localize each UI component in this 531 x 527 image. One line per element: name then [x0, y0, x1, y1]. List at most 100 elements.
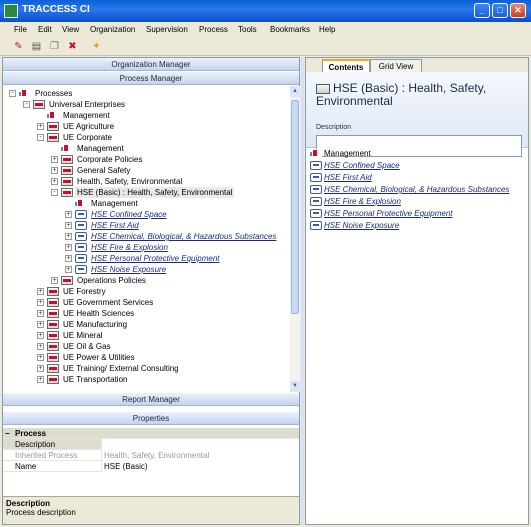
property-row[interactable]: Name HSE (Basic)	[3, 461, 299, 472]
title-bar: TRACCESS CI _ □ ✕	[0, 0, 531, 22]
maximize-button[interactable]: □	[492, 3, 508, 18]
tree-node-label: UE Corporate	[63, 133, 112, 142]
tree-node-link[interactable]: HSE Chemical, Biological, & Hazardous Su…	[91, 231, 276, 242]
process-icon	[61, 177, 73, 186]
property-key: Description	[15, 440, 56, 449]
expand-icon[interactable]: +	[37, 123, 44, 130]
tree-node-link[interactable]: HSE Confined Space	[91, 209, 167, 220]
menu-bar: File Edit View Organization Supervision …	[0, 22, 531, 38]
expand-icon[interactable]: +	[37, 343, 44, 350]
list-item-link[interactable]: HSE First Aid	[324, 172, 372, 184]
process-icon	[47, 375, 59, 384]
content-title: HSE (Basic) : Health, Safety, Environmen…	[316, 81, 487, 108]
expand-icon[interactable]: +	[37, 288, 44, 295]
tab-contents[interactable]: Contents	[322, 59, 370, 72]
subprocess-icon	[310, 197, 322, 206]
collapse-icon[interactable]: −	[5, 428, 10, 439]
menu-file[interactable]: File	[14, 25, 27, 34]
collapse-icon[interactable]: -	[23, 101, 30, 108]
menu-tools[interactable]: Tools	[238, 25, 257, 34]
property-value[interactable]: HSE (Basic)	[101, 461, 299, 472]
tree-node-label: UE Health Sciences	[63, 309, 135, 318]
list-item-link[interactable]: HSE Confined Space	[324, 160, 400, 172]
expand-icon[interactable]: +	[37, 310, 44, 317]
expand-icon[interactable]: +	[37, 299, 44, 306]
list-item-link[interactable]: HSE Noise Exposure	[324, 220, 399, 232]
scroll-up-icon[interactable]: ▲	[290, 86, 300, 97]
expand-icon[interactable]: +	[65, 233, 72, 240]
minimize-button[interactable]: _	[474, 3, 490, 18]
scrollbar-thumb[interactable]	[291, 100, 299, 314]
process-icon	[47, 298, 59, 307]
expand-icon[interactable]: +	[65, 255, 72, 262]
tree-node-link[interactable]: HSE Fire & Explosion	[91, 242, 168, 253]
tree-node-label: UE Transportation	[63, 375, 128, 384]
expand-icon[interactable]: +	[37, 354, 44, 361]
menu-view[interactable]: View	[62, 25, 79, 34]
property-category-label: Process	[15, 429, 47, 438]
menu-process[interactable]: Process	[199, 25, 228, 34]
collapse-icon[interactable]: -	[37, 134, 44, 141]
tree-node-label: HSE (Basic) : Health, Safety, Environmen…	[75, 187, 235, 198]
tree-node-link[interactable]: HSE First Aid	[91, 220, 139, 231]
edit-icon[interactable]: ✦	[90, 40, 103, 53]
tree-node-label: UE Manufacturing	[63, 320, 128, 329]
new-process-icon[interactable]: ✎	[12, 40, 25, 53]
close-button[interactable]: ✕	[510, 3, 526, 18]
list-item-link[interactable]: HSE Chemical, Biological, & Hazardous Su…	[324, 184, 509, 196]
report-manager-bar[interactable]: Report Manager	[3, 393, 299, 406]
process-icon	[47, 309, 59, 318]
delete-icon[interactable]: ✖	[66, 40, 79, 53]
organization-manager-bar[interactable]: Organization Manager	[3, 58, 299, 71]
menu-edit[interactable]: Edit	[38, 25, 52, 34]
property-row[interactable]: Inherited Process Health, Safety, Enviro…	[3, 450, 299, 461]
tree-node-link[interactable]: HSE Personal Protective Equipment	[91, 253, 220, 264]
tab-grid-view[interactable]: Grid View	[370, 59, 422, 72]
expand-icon[interactable]: +	[65, 244, 72, 251]
scroll-down-icon[interactable]: ▼	[290, 381, 300, 392]
expand-icon[interactable]: +	[37, 376, 44, 383]
expand-icon[interactable]: +	[51, 156, 58, 163]
property-row[interactable]: Description	[3, 439, 299, 450]
tree-node-label: UE Power & Utilities	[63, 353, 135, 362]
expand-icon[interactable]: +	[65, 222, 72, 229]
list-item-link[interactable]: HSE Fire & Explosion	[324, 196, 401, 208]
description-title: Description	[6, 499, 51, 508]
process-icon	[47, 364, 59, 373]
process-icon	[47, 133, 59, 142]
menu-bookmarks[interactable]: Bookmarks	[270, 25, 310, 34]
collapse-icon[interactable]: -	[51, 189, 58, 196]
tree-node-link[interactable]: HSE Noise Exposure	[91, 264, 166, 275]
expand-icon[interactable]: +	[65, 211, 72, 218]
tree-scrollbar[interactable]: ▲ ▼	[290, 86, 300, 392]
property-category[interactable]: − Process	[3, 428, 299, 439]
expand-icon[interactable]: +	[65, 266, 72, 273]
expand-icon[interactable]: +	[51, 277, 58, 284]
expand-icon[interactable]: +	[51, 178, 58, 185]
expand-icon[interactable]: +	[37, 321, 44, 328]
expand-icon[interactable]: +	[37, 365, 44, 372]
expand-icon[interactable]: +	[37, 332, 44, 339]
subprocess-icon	[75, 243, 87, 252]
tab-strip: Contents Grid View	[306, 58, 528, 72]
list-item-link[interactable]: HSE Personal Protective Equipment	[324, 208, 453, 220]
management-icon	[310, 149, 322, 158]
copy-icon[interactable]: ❐	[48, 40, 61, 53]
subprocess-icon	[75, 265, 87, 274]
menu-organization[interactable]: Organization	[90, 25, 135, 34]
property-value[interactable]	[101, 439, 299, 450]
menu-supervision[interactable]: Supervision	[146, 25, 188, 34]
tree-node-label: UE Mineral	[63, 331, 103, 340]
pane-splitter[interactable]	[301, 57, 304, 525]
process-icon	[47, 342, 59, 351]
description-label: Description	[316, 124, 352, 131]
menu-help[interactable]: Help	[319, 25, 335, 34]
tree-node-label: Corporate Policies	[77, 155, 143, 164]
new-document-icon[interactable]: ▤	[30, 40, 43, 53]
list-item-label: Management	[324, 149, 371, 158]
process-manager-bar[interactable]: Process Manager	[3, 72, 299, 85]
expand-icon[interactable]: +	[51, 167, 58, 174]
property-key: Name	[15, 462, 37, 471]
collapse-icon[interactable]: -	[9, 90, 16, 97]
tree-node-label: Operations Policies	[77, 276, 146, 285]
